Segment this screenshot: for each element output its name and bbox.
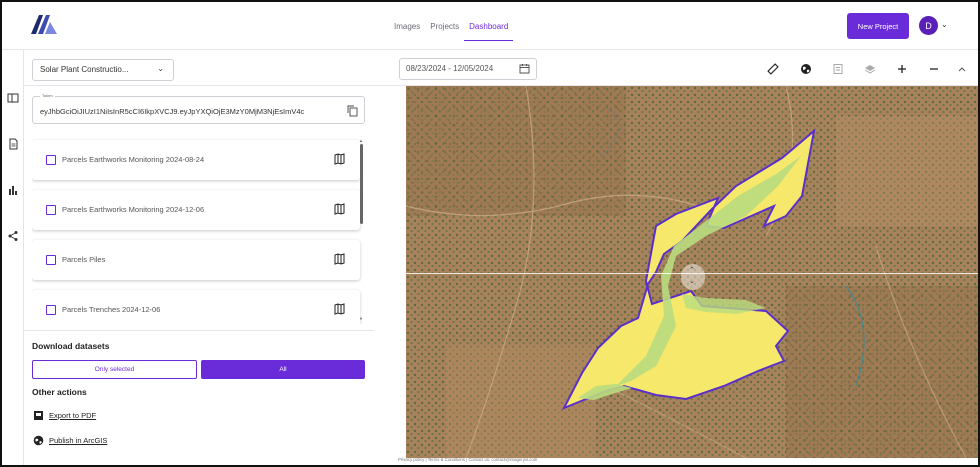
dataset-label: Parcels Earthworks Monitoring 2024-08-24 (62, 155, 205, 164)
list-item[interactable]: Parcels Earthworks Monitoring 2024-08-24 (32, 140, 360, 180)
dataset-label: Parcels Piles (62, 255, 106, 264)
project-select[interactable]: Solar Plant Constructio... ⌄ (32, 59, 174, 81)
other-actions-heading: Other actions (32, 387, 87, 397)
chevron-up-icon: ⌃ (689, 267, 695, 274)
dataset-checkbox[interactable] (46, 255, 56, 265)
map-view[interactable]: ⌃ ⌄ (406, 86, 978, 458)
logo[interactable] (30, 13, 58, 35)
layers-icon[interactable] (859, 58, 881, 80)
dataset-checkbox[interactable] (46, 155, 56, 165)
collapse-icon[interactable] (951, 58, 973, 80)
map-icon[interactable] (334, 303, 345, 315)
date-range-value: 08/23/2024 - 12/05/2024 (406, 64, 494, 73)
token-label: Token (40, 93, 55, 98)
split-handle[interactable]: ⌃ ⌄ (681, 264, 705, 290)
top-navbar: Images Projects Dashboard New Project D … (2, 2, 978, 50)
publish-arcgis-label: Publish in ArcGIS (49, 436, 108, 445)
pdf-icon (34, 411, 43, 420)
list-item[interactable]: Parcels Piles (32, 240, 360, 280)
copy-icon[interactable] (347, 105, 358, 117)
list-item[interactable]: Parcels Earthworks Monitoring 2024-12-06 (32, 190, 360, 230)
nav-dashboard[interactable]: Dashboard (464, 16, 514, 41)
only-selected-button[interactable]: Only selected (32, 360, 197, 379)
nav-projects[interactable]: Projects (425, 16, 464, 41)
scroll-down-icon[interactable]: ▼ (359, 316, 363, 321)
calendar-icon (519, 64, 530, 74)
bar-chart-icon[interactable] (7, 184, 19, 196)
map-icon[interactable] (334, 253, 345, 265)
document-icon[interactable] (7, 138, 19, 150)
legend-icon[interactable] (827, 58, 849, 80)
publish-arcgis-link[interactable]: Publish in ArcGIS (33, 435, 107, 446)
side-rail (2, 50, 24, 465)
list-item[interactable]: Parcels Trenches 2024-12-06 (32, 290, 360, 324)
download-datasets-heading: Download datasets (32, 341, 110, 351)
dataset-label: Parcels Trenches 2024-12-06 (62, 305, 161, 314)
dataset-checkbox[interactable] (46, 305, 56, 315)
project-select-value: Solar Plant Constructio... (40, 65, 129, 74)
globe-icon (33, 435, 44, 446)
panel-toggle-icon[interactable] (7, 92, 19, 104)
globe-icon[interactable] (795, 58, 817, 80)
nav-images[interactable]: Images (389, 16, 425, 41)
token-value[interactable]: eyJhbGciOiJIUzI1NiIsInR5cCI6IkpXVCJ9.eyJ… (40, 107, 345, 116)
zoom-out-icon[interactable] (923, 58, 945, 80)
dataset-checkbox[interactable] (46, 205, 56, 215)
main-nav: Images Projects Dashboard (389, 16, 514, 41)
datasets-panel: Token eyJhbGciOiJIUzI1NiIsInR5cCI6IkpXVC… (24, 86, 406, 458)
export-pdf-link[interactable]: Export to PDF (33, 410, 96, 421)
divider (24, 330, 374, 331)
share-icon[interactable] (7, 230, 19, 242)
map-icon[interactable] (334, 153, 345, 165)
zoom-in-icon[interactable] (891, 58, 913, 80)
dataset-label: Parcels Earthworks Monitoring 2024-12-06 (62, 205, 205, 214)
chevron-down-icon: ⌄ (689, 278, 695, 285)
map-icon[interactable] (334, 203, 345, 215)
token-field[interactable]: Token eyJhbGciOiJIUzI1NiIsInR5cCI6IkpXVC… (32, 93, 365, 124)
ruler-icon[interactable] (762, 58, 784, 80)
dataset-list[interactable]: Parcels Earthworks Monitoring 2024-08-24… (32, 138, 368, 324)
map-toolbar: Solar Plant Constructio... ⌄ 08/23/2024 … (24, 50, 978, 86)
app-window: Images Projects Dashboard New Project D … (0, 0, 980, 467)
new-project-button[interactable]: New Project (847, 13, 909, 39)
scroll-up-icon[interactable]: ▲ (359, 138, 363, 143)
footer-links[interactable]: Privacy policy | Terms & Conditions | Co… (398, 457, 537, 462)
avatar[interactable]: D (919, 16, 938, 35)
all-button[interactable]: All (201, 360, 365, 379)
chevron-down-icon: ⌄ (157, 64, 164, 73)
chevron-down-icon[interactable]: ⌄ (941, 20, 948, 29)
date-range-picker[interactable]: 08/23/2024 - 12/05/2024 (399, 58, 537, 80)
export-pdf-label: Export to PDF (49, 411, 97, 420)
list-scrollbar[interactable] (360, 144, 363, 224)
